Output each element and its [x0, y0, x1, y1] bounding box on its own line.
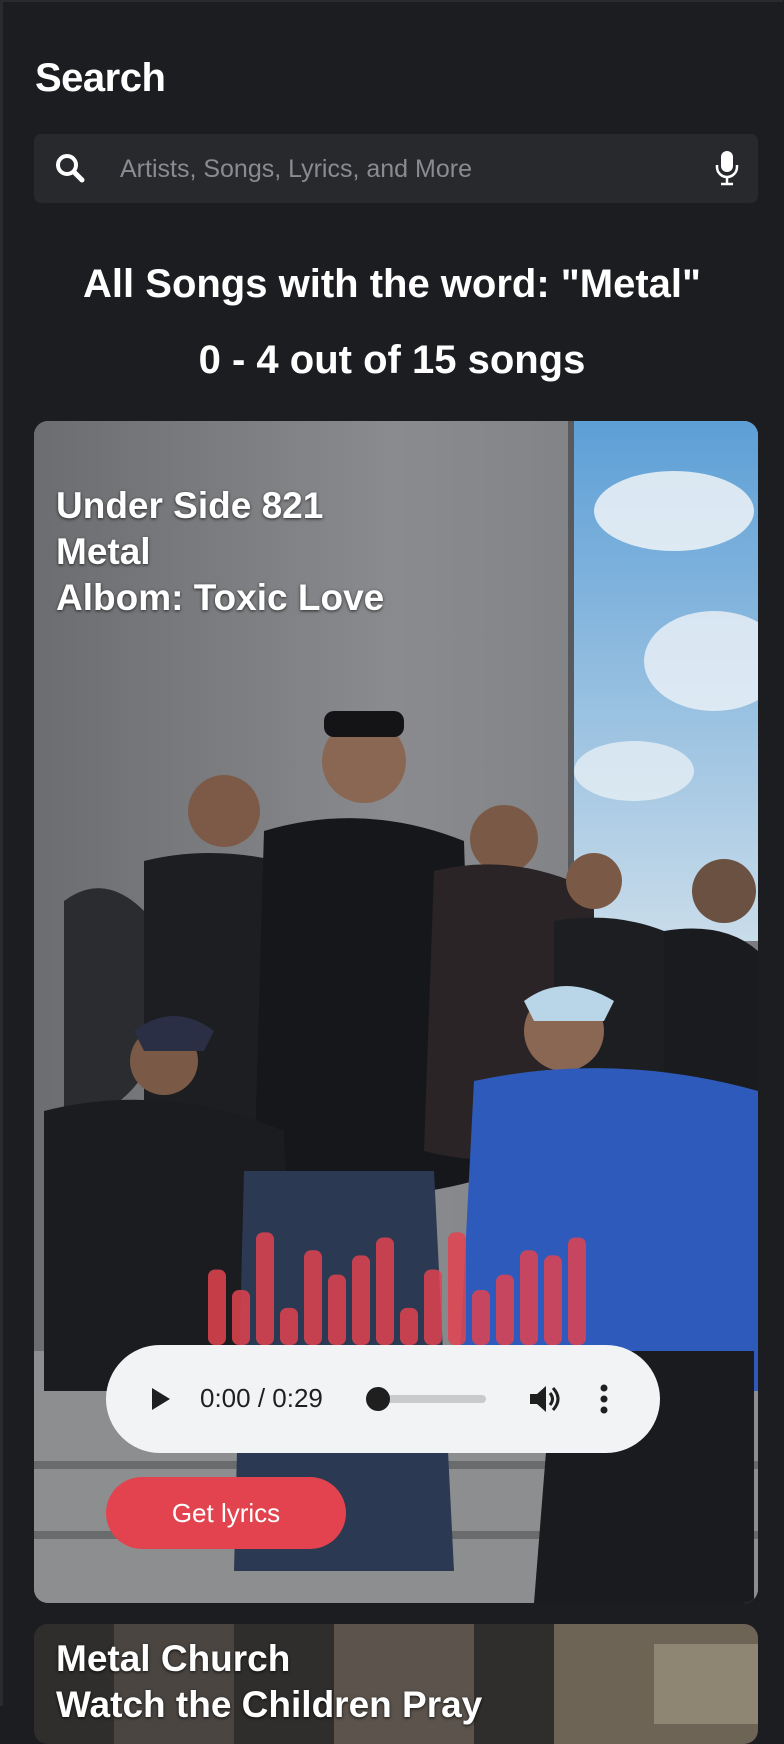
microphone-icon[interactable]: [714, 150, 740, 186]
results-count: 0 - 4 out of 15 songs: [198, 338, 586, 382]
visualizer-bar: [472, 1289, 490, 1345]
song-title: Watch the Children Pray: [56, 1684, 483, 1725]
audio-visualizer: [208, 1232, 586, 1345]
song-artist: Under Side 821: [56, 485, 324, 526]
audio-player[interactable]: 0:00 / 0:29: [106, 1345, 660, 1453]
visualizer-bar: [208, 1269, 226, 1345]
visualizer-bar: [400, 1307, 418, 1345]
song-card: Under Side 821 Metal Albom: Toxic Love 0…: [34, 421, 758, 1603]
results-heading: All Songs with the word: "Metal": [83, 262, 701, 306]
visualizer-bar: [424, 1269, 442, 1345]
visualizer-bar: [568, 1237, 586, 1345]
page-title: Search: [35, 56, 166, 100]
song-album: Albom: Toxic Love: [56, 577, 385, 618]
song-card: Metal Church Watch the Children Pray: [34, 1624, 758, 1744]
more-options-icon[interactable]: [596, 1381, 612, 1417]
playback-time: 0:00 / 0:29: [200, 1383, 323, 1413]
progress-thumb[interactable]: [366, 1387, 390, 1411]
visualizer-bar: [448, 1232, 466, 1345]
visualizer-bar: [352, 1255, 370, 1345]
visualizer-bar: [520, 1250, 538, 1345]
visualizer-bar: [304, 1250, 322, 1345]
get-lyrics-button[interactable]: Get lyrics: [106, 1477, 346, 1549]
volume-icon[interactable]: [526, 1381, 562, 1417]
song-info: Under Side 821 Metal Albom: Toxic Love: [56, 483, 384, 621]
visualizer-bar: [232, 1289, 250, 1345]
search-icon: [56, 154, 85, 183]
visualizer-bar: [328, 1274, 346, 1345]
search-bar[interactable]: [34, 134, 758, 203]
visualizer-bar: [280, 1307, 298, 1345]
visualizer-bar: [496, 1274, 514, 1345]
play-icon[interactable]: [144, 1383, 176, 1415]
song-title: Metal: [56, 531, 151, 572]
song-info: Metal Church Watch the Children Pray: [56, 1636, 482, 1728]
song-artist: Metal Church: [56, 1638, 291, 1679]
search-input[interactable]: [118, 148, 712, 190]
progress-track[interactable]: [378, 1395, 486, 1403]
visualizer-bar: [256, 1232, 274, 1345]
visualizer-bar: [376, 1237, 394, 1345]
visualizer-bar: [544, 1255, 562, 1345]
